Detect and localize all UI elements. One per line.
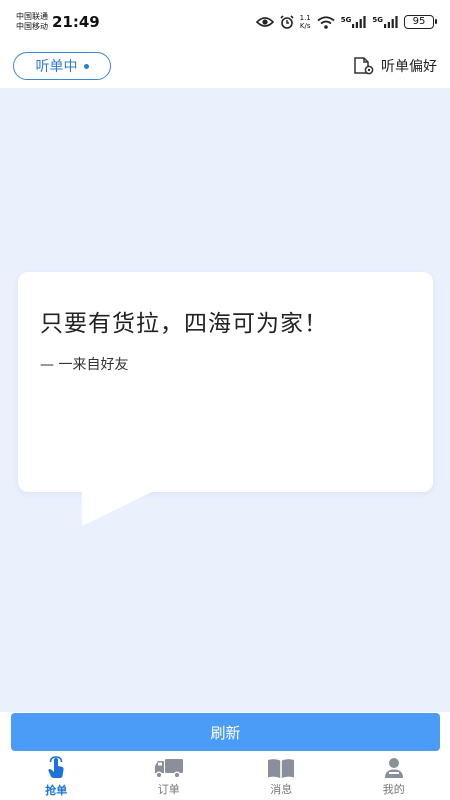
truck-icon bbox=[154, 759, 183, 779]
status-bar: 中国联通 中国移动 21:49 1.1 K/s 5G 5G 95 bbox=[0, 0, 450, 44]
main-content: 只要有货拉，四海可为家！ — 一来自好友 bbox=[0, 88, 450, 712]
status-icons: 1.1 K/s 5G 5G 95 bbox=[255, 14, 437, 30]
signal-1: 5G bbox=[341, 16, 367, 28]
signal-1-label: 5G bbox=[340, 16, 352, 24]
alarm-icon bbox=[280, 15, 294, 29]
listening-label: 听单中 bbox=[35, 59, 78, 75]
quote-card: 只要有货拉，四海可为家！ — 一来自好友 bbox=[18, 272, 433, 492]
signal-2-label: 5G bbox=[372, 16, 383, 24]
person-icon bbox=[384, 758, 403, 778]
app-screen: 中国联通 中国移动 21:49 1.1 K/s 5G 5G 95 听单中 听单偏… bbox=[0, 0, 450, 800]
listening-dot-icon bbox=[83, 63, 89, 69]
wifi-icon bbox=[317, 15, 335, 29]
quote-text: 只要有货拉，四海可为家！ bbox=[40, 311, 328, 337]
nav-grab-orders[interactable]: 抢单 bbox=[0, 754, 113, 800]
listening-toggle-button[interactable]: 听单中 bbox=[13, 52, 111, 80]
book-icon bbox=[268, 759, 295, 778]
net-speed-unit: K/s bbox=[299, 22, 311, 30]
top-header: 听单中 听单偏好 bbox=[0, 44, 450, 88]
nav-label: 我的 bbox=[382, 783, 405, 796]
signal-bars-icon bbox=[384, 16, 398, 28]
quote-source: — 一来自好友 bbox=[40, 357, 129, 373]
speech-bubble-tail bbox=[82, 490, 156, 526]
signal-2: 5G bbox=[372, 16, 398, 28]
refresh-label: 刷新 bbox=[210, 723, 241, 742]
bottom-nav: 抢单 订单 消息 我的 bbox=[0, 754, 450, 800]
hand-tap-icon bbox=[48, 756, 64, 778]
carrier-1: 中国联通 bbox=[16, 12, 48, 21]
clock: 21:49 bbox=[52, 13, 100, 31]
battery-level: 95 bbox=[412, 16, 426, 27]
nav-orders[interactable]: 订单 bbox=[113, 754, 226, 800]
nav-label: 消息 bbox=[270, 783, 293, 796]
nav-label: 抢单 bbox=[45, 784, 68, 797]
order-preferences-button[interactable]: 听单偏好 bbox=[353, 56, 437, 76]
order-preferences-label: 听单偏好 bbox=[381, 59, 437, 75]
carrier-names: 中国联通 中国移动 bbox=[16, 12, 48, 32]
carrier-2: 中国移动 bbox=[16, 22, 48, 31]
signal-bars-icon bbox=[352, 16, 366, 28]
battery-icon: 95 bbox=[404, 15, 437, 29]
settings-document-icon bbox=[354, 57, 374, 75]
nav-mine[interactable]: 我的 bbox=[338, 754, 450, 800]
net-speed: 1.1 K/s bbox=[300, 14, 311, 30]
nav-messages[interactable]: 消息 bbox=[225, 754, 338, 800]
net-speed-value: 1.1 bbox=[299, 14, 311, 22]
eye-icon bbox=[255, 16, 274, 28]
refresh-button[interactable]: 刷新 bbox=[11, 713, 440, 751]
nav-label: 订单 bbox=[157, 783, 180, 796]
